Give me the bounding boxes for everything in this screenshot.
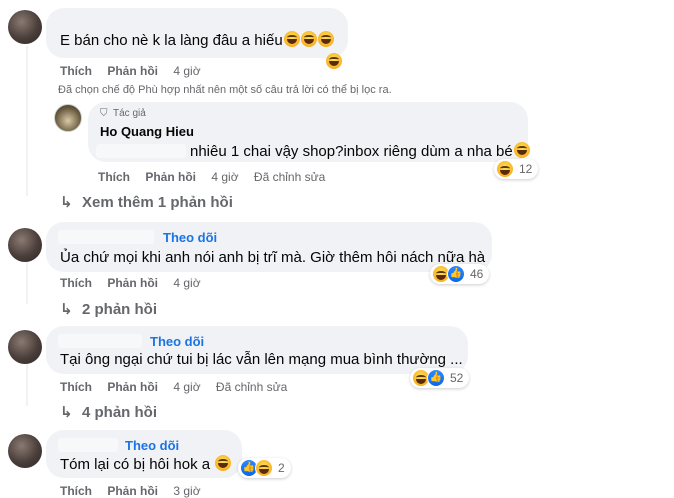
- comment-text: E bán cho nè k la làng đâu a hiếu: [60, 32, 283, 49]
- comment-actions: Thích Phản hồi 4 giờ Đã chỉnh sửa: [60, 380, 299, 394]
- author-name[interactable]: Ho Quang Hieu: [100, 124, 194, 139]
- reply-actions: Thích Phản hồi 4 giờ Đã chỉnh sửa: [98, 170, 337, 184]
- thread-line: [26, 262, 28, 304]
- haha-emoji-icon: [214, 455, 231, 474]
- like-button[interactable]: Thích: [60, 276, 92, 290]
- view-replies[interactable]: ↳ 2 phản hồi: [60, 300, 157, 318]
- upside-down-face-icon: [513, 142, 530, 158]
- reply-arrow-icon: ↳: [60, 194, 73, 211]
- comment-timestamp[interactable]: 4 giờ: [173, 380, 200, 394]
- reply-arrow-icon: ↳: [60, 404, 73, 421]
- reaction-count: 2: [278, 461, 285, 475]
- redacted-name: [58, 438, 118, 452]
- author-avatar[interactable]: [54, 104, 82, 132]
- comment-timestamp[interactable]: 4 giờ: [173, 64, 200, 78]
- reply-button[interactable]: Phản hồi: [145, 170, 196, 184]
- view-replies[interactable]: ↳ 4 phản hồi: [60, 403, 157, 421]
- reply-button[interactable]: Phản hồi: [107, 380, 158, 394]
- follow-button[interactable]: Theo dõi: [150, 334, 204, 349]
- thread-line: [26, 364, 28, 406]
- like-icon: 👍: [427, 369, 445, 387]
- author-badge-label: Tác giả: [113, 108, 146, 119]
- view-more-label: Xem thêm 1 phản hồi: [82, 194, 233, 211]
- redacted-mention: [96, 144, 186, 158]
- commenter-avatar[interactable]: [8, 434, 42, 468]
- reaction-count: 46: [470, 267, 484, 281]
- reaction-summary[interactable]: 👍 2: [238, 458, 291, 478]
- reply-text-content: nhiêu 1 chai vậy shop?inbox riêng dùm a …: [190, 143, 513, 160]
- thread-line: [26, 46, 28, 196]
- comment-actions: Thích Phản hồi 4 giờ: [60, 276, 213, 290]
- author-badge: ⛉ Tác giả: [100, 108, 146, 119]
- commenter-avatar[interactable]: [8, 10, 42, 44]
- comment-text: Tại ông ngại chứ tui bị lác vẫn lên mạng…: [60, 351, 463, 368]
- reaction-summary[interactable]: 12: [494, 159, 539, 179]
- commenter-avatar[interactable]: [8, 228, 42, 262]
- reaction-summary[interactable]: 👍 52: [410, 368, 470, 388]
- follow-button[interactable]: Theo dõi: [163, 230, 217, 245]
- comment-actions: Thích Phản hồi 4 giờ: [60, 64, 213, 78]
- rofl-emoji-icon: [325, 53, 342, 72]
- filter-note: Đã chọn chế độ Phù hợp nhất nên một số c…: [58, 84, 392, 96]
- view-replies-label: 4 phản hồi: [82, 404, 157, 421]
- rofl-emoji-icon: [283, 31, 334, 50]
- like-button[interactable]: Thích: [98, 170, 130, 184]
- reaction-count: 52: [450, 371, 464, 385]
- comment-timestamp[interactable]: 4 giờ: [173, 276, 200, 290]
- edited-label: Đã chỉnh sửa: [253, 170, 326, 184]
- reply-arrow-icon: ↳: [60, 301, 73, 318]
- commenter-avatar[interactable]: [8, 330, 42, 364]
- edited-label: Đã chỉnh sửa: [215, 380, 288, 394]
- reply-timestamp[interactable]: 4 giờ: [211, 170, 238, 184]
- haha-emoji-icon: [255, 459, 273, 477]
- view-more-replies[interactable]: ↳ Xem thêm 1 phản hồi: [60, 193, 233, 211]
- like-button[interactable]: Thích: [60, 380, 92, 394]
- haha-emoji-icon: [496, 160, 514, 178]
- badge-icon: ⛉: [100, 108, 108, 119]
- reply-button[interactable]: Phản hồi: [107, 276, 158, 290]
- comment-text: Tóm lại có bị hôi hok a: [60, 456, 211, 473]
- like-icon: 👍: [447, 265, 465, 283]
- follow-button[interactable]: Theo dõi: [125, 438, 179, 453]
- view-replies-label: 2 phản hồi: [82, 301, 157, 318]
- reaction-count: 12: [519, 162, 533, 176]
- reply-button[interactable]: Phản hồi: [107, 64, 158, 78]
- redacted-name: [58, 334, 142, 348]
- redacted-name: [58, 230, 154, 244]
- like-button[interactable]: Thích: [60, 64, 92, 78]
- reply-text: nhiêu 1 chai vậy shop?inbox riêng dùm a …: [190, 142, 530, 160]
- comment-text: Ủa chứ mọi khi anh nói anh bị trĩ mà. Gi…: [60, 249, 486, 266]
- reaction-summary[interactable]: 👍 46: [430, 264, 490, 284]
